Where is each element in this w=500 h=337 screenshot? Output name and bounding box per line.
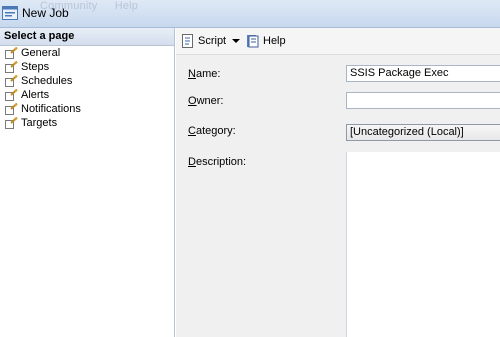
window-title: New Job [22, 6, 69, 20]
toolbar: Script Help [176, 28, 500, 55]
description-label-text: escription: [195, 156, 247, 168]
dropdown-arrow-icon [232, 39, 240, 43]
sidebar-item-label: General [21, 47, 61, 59]
sidebar-item-notifications[interactable]: Notifications [0, 102, 174, 116]
description-textarea[interactable] [346, 152, 500, 337]
job-window-icon [2, 6, 18, 20]
owner-field[interactable] [346, 92, 500, 109]
page-wrench-icon [5, 117, 18, 129]
page-wrench-icon [5, 89, 18, 101]
script-label: Script [198, 35, 227, 47]
sidebar-item-label: Targets [21, 117, 58, 129]
script-dropdown-button[interactable] [232, 33, 242, 49]
script-icon [182, 34, 193, 48]
sidebar-item-label: Schedules [21, 75, 73, 87]
name-label-accesskey: N [188, 68, 196, 80]
sidebar-item-general[interactable]: General [0, 46, 174, 60]
sidebar-item-label: Notifications [21, 103, 81, 115]
category-label-accesskey: C [188, 125, 196, 137]
sidebar-item-targets[interactable]: Targets [0, 116, 174, 130]
sidebar-item-steps[interactable]: Steps [0, 60, 174, 74]
job-properties-panel: Script Help Name: SSIS Package Exec Owne… [176, 28, 500, 337]
page-wrench-icon [5, 75, 18, 87]
ghost-menu-help: Help [114, 0, 139, 12]
description-label: Description: [188, 156, 246, 168]
select-page-header: Select a page [0, 28, 174, 46]
owner-label-text: wner: [196, 95, 224, 107]
sidebar-item-alerts[interactable]: Alerts [0, 88, 174, 102]
title-bar: Community Help New Job [0, 0, 500, 28]
owner-label: Owner: [188, 95, 223, 107]
help-icon [247, 35, 259, 48]
page-wrench-icon [5, 47, 18, 59]
name-field[interactable]: SSIS Package Exec [346, 65, 500, 82]
description-label-accesskey: D [188, 156, 196, 168]
page-wrench-icon [5, 61, 18, 73]
sidebar-item-label: Alerts [21, 89, 50, 101]
script-button[interactable]: Script [181, 33, 229, 49]
sidebar-item-schedules[interactable]: Schedules [0, 74, 174, 88]
page-wrench-icon [5, 103, 18, 115]
help-button[interactable]: Help [246, 33, 290, 49]
category-label-text: ategory: [195, 125, 236, 137]
owner-label-accesskey: O [188, 95, 197, 107]
category-label: Category: [188, 125, 236, 137]
name-label: Name: [188, 68, 220, 80]
category-select[interactable]: [Uncategorized (Local)] [346, 124, 500, 141]
page-list: General Steps Schedules Alerts Notificat… [0, 46, 174, 130]
page-selector-panel: Select a page General Steps Schedules Al… [0, 28, 175, 337]
sidebar-item-label: Steps [21, 61, 50, 73]
name-label-text: ame: [195, 68, 221, 80]
help-label: Help [263, 35, 286, 47]
